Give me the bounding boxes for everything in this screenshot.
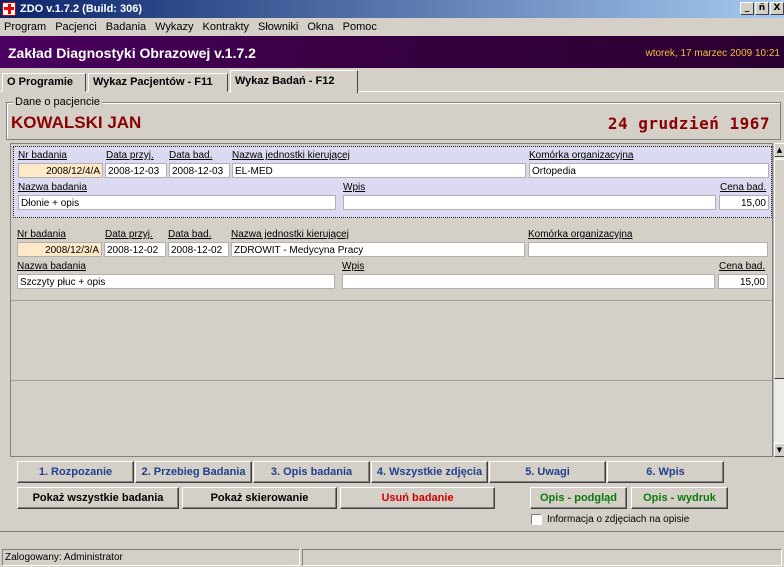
exam-card[interactable]: Nr badania Data przyj. Data bad. Nazwa j… xyxy=(13,226,772,298)
tab-wykaz-badan[interactable]: Wykaz Badań - F12 xyxy=(230,70,358,93)
menu-pomoc[interactable]: Pomoc xyxy=(343,21,377,33)
menu-wykazy[interactable]: Wykazy xyxy=(155,21,193,33)
exam-wpis-field[interactable] xyxy=(342,274,715,289)
show-all-exams-button[interactable]: Pokaż wszystkie badania xyxy=(17,487,179,509)
bottom-separator xyxy=(0,531,784,545)
exam-list: Nr badania Data przyj. Data bad. Nazwa j… xyxy=(10,143,773,457)
patient-name: KOWALSKI JAN xyxy=(11,113,142,132)
exam-data-przyj-field[interactable]: 2008-12-03 xyxy=(105,163,167,178)
menu-badania[interactable]: Badania xyxy=(106,21,146,33)
menu-program[interactable]: Program xyxy=(4,21,46,33)
label-jednostka: Nazwa jednostki kierującej xyxy=(231,229,349,240)
label-wpis: Wpis xyxy=(342,261,365,272)
label-data-przyj: Data przyj. xyxy=(105,229,153,240)
banner-title: Zakład Diagnostyki Obrazowej v.1.7.2 xyxy=(8,45,256,61)
close-button[interactable]: X xyxy=(770,2,784,15)
label-data-przyj: Data przyj. xyxy=(106,150,154,161)
window-controls: _ ñ X xyxy=(739,2,784,15)
section-rozpoznanie-button[interactable]: 1. Rozpozanie xyxy=(17,461,134,483)
label-cena: Cena bad. xyxy=(720,182,767,193)
exam-card-selected[interactable]: Nr badania Data przyj. Data bad. Nazwa j… xyxy=(13,146,772,218)
exam-wpis-field[interactable] xyxy=(343,195,716,210)
exam-cena-field[interactable]: 15,00 xyxy=(718,274,768,289)
tab-strip: O Programie Wykaz Pacjentów - F11 Wykaz … xyxy=(0,70,784,93)
scroll-up-arrow-icon[interactable]: ▲ xyxy=(774,143,784,157)
section-wpis-button[interactable]: 6. Wpis xyxy=(607,461,724,483)
label-nazwa-badania: Nazwa badania xyxy=(18,182,87,193)
label-komorka: Komórka organizacyjna xyxy=(529,150,634,161)
red-cross-icon xyxy=(2,2,16,16)
scroll-down-arrow-icon[interactable]: ▼ xyxy=(774,443,784,457)
tab-o-programie[interactable]: O Programie xyxy=(2,73,86,92)
photo-info-checkbox-label: Informacja o zdjęciach na opisie xyxy=(547,514,690,525)
app-window: ZDO v.1.7.2 (Build: 306) _ ñ X Program P… xyxy=(0,0,784,567)
photo-info-checkbox-row[interactable]: Informacja o zdjęciach na opisie xyxy=(531,513,689,526)
scroll-thumb[interactable] xyxy=(774,159,784,379)
label-nazwa-badania: Nazwa badania xyxy=(17,261,86,272)
menu-okna[interactable]: Okna xyxy=(307,21,333,33)
patient-birth-date: 24 grudzień 1967 xyxy=(607,114,770,133)
label-data-bad: Data bad. xyxy=(169,150,213,161)
label-komorka: Komórka organizacyjna xyxy=(528,229,633,240)
label-data-bad: Data bad. xyxy=(168,229,212,240)
menu-pacjenci[interactable]: Pacjenci xyxy=(55,21,97,33)
banner-date: wtorek, 17 marzec 2009 10:21 xyxy=(645,48,780,59)
section-zdjecia-button[interactable]: 4. Wszystkie zdjęcia xyxy=(371,461,488,483)
patient-info-group: Dane o pacjencie KOWALSKI JAN 24 grudzie… xyxy=(6,96,781,140)
status-user: Zalogowany: Administrator xyxy=(2,549,300,566)
menu-bar: Program Pacjenci Badania Wykazy Kontrakt… xyxy=(0,18,784,36)
title-bar: ZDO v.1.7.2 (Build: 306) _ ñ X xyxy=(0,0,784,18)
exam-komorka-field[interactable] xyxy=(528,242,768,257)
exam-data-bad-field[interactable]: 2008-12-03 xyxy=(169,163,230,178)
window-title: ZDO v.1.7.2 (Build: 306) xyxy=(20,3,143,15)
exam-data-bad-field[interactable]: 2008-12-02 xyxy=(168,242,229,257)
exam-nazwa-field[interactable]: Szczyty płuc + opis xyxy=(17,274,335,289)
label-nr-badania: Nr badania xyxy=(17,229,66,240)
description-print-button[interactable]: Opis - wydruk xyxy=(631,487,728,509)
exam-nr-field[interactable]: 2008/12/4/A xyxy=(18,163,103,178)
photo-info-checkbox[interactable] xyxy=(531,514,542,525)
description-preview-button[interactable]: Opis - podgląd xyxy=(530,487,627,509)
label-wpis: Wpis xyxy=(343,182,366,193)
menu-kontrakty[interactable]: Kontrakty xyxy=(203,21,249,33)
exam-jednostka-field[interactable]: ZDROWIT - Medycyna Pracy xyxy=(231,242,525,257)
exam-nazwa-field[interactable]: Dłonie + opis xyxy=(18,195,336,210)
section-opis-button[interactable]: 3. Opis badania xyxy=(253,461,370,483)
section-przebieg-button[interactable]: 2. Przebieg Badania xyxy=(135,461,252,483)
exam-divider xyxy=(11,300,772,301)
restore-button[interactable]: ñ xyxy=(755,2,769,15)
exam-jednostka-field[interactable]: EL-MED xyxy=(232,163,526,178)
patient-group-caption: Dane o pacjencie xyxy=(13,96,103,108)
label-jednostka: Nazwa jednostki kierującej xyxy=(232,150,350,161)
exam-komorka-field[interactable]: Ortopedia xyxy=(529,163,769,178)
exam-cena-field[interactable]: 15,00 xyxy=(719,195,769,210)
label-cena: Cena bad. xyxy=(719,261,766,272)
exam-data-przyj-field[interactable]: 2008-12-02 xyxy=(104,242,166,257)
exam-list-scrollbar[interactable]: ▲ ▼ xyxy=(773,143,784,457)
tab-wykaz-pacjentow[interactable]: Wykaz Pacjentów - F11 xyxy=(88,73,228,92)
status-bar: Zalogowany: Administrator xyxy=(0,548,784,567)
app-banner: Zakład Diagnostyki Obrazowej v.1.7.2 wto… xyxy=(0,36,784,70)
section-uwagi-button[interactable]: 5. Uwagi xyxy=(489,461,606,483)
minimize-button[interactable]: _ xyxy=(740,2,754,15)
show-referral-button[interactable]: Pokaż skierowanie xyxy=(182,487,337,509)
delete-exam-button[interactable]: Usuń badanie xyxy=(340,487,495,509)
menu-slowniki[interactable]: Słowniki xyxy=(258,21,298,33)
exam-divider xyxy=(11,380,772,381)
status-panel-empty xyxy=(302,549,782,566)
label-nr-badania: Nr badania xyxy=(18,150,67,161)
exam-nr-field[interactable]: 2008/12/3/A xyxy=(17,242,102,257)
